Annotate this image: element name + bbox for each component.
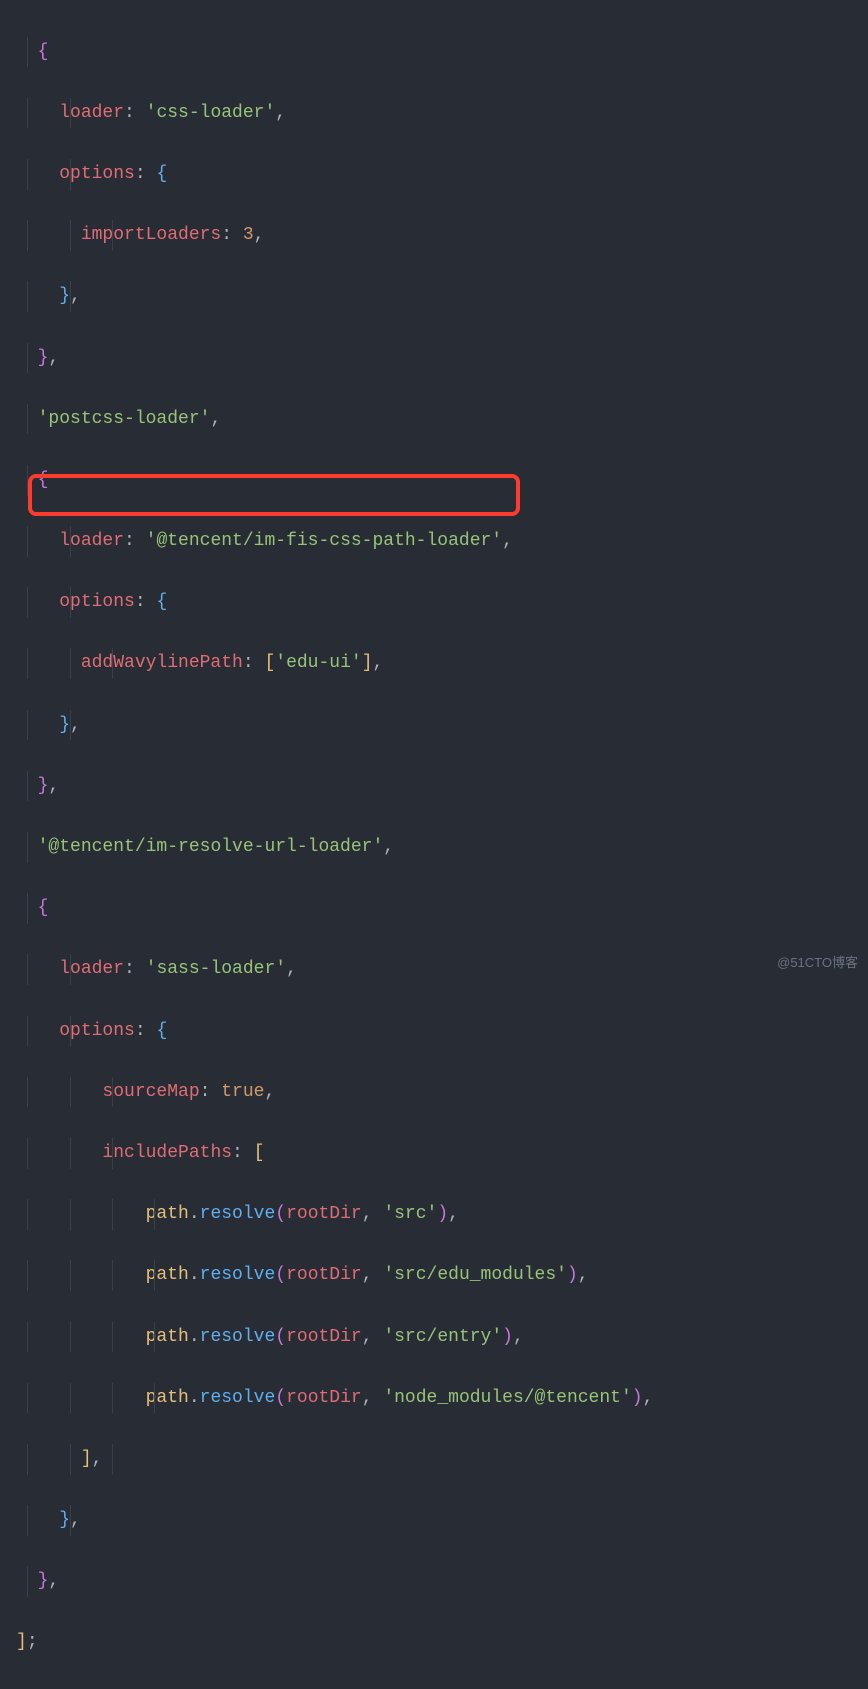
code-line: options: { (10, 587, 868, 618)
identifier: rootDir (286, 1388, 362, 1408)
code-line: }, (10, 710, 868, 741)
code-line: path.resolve(rootDir, 'node_modules/@ten… (10, 1383, 868, 1414)
bracket-open: [ (264, 653, 275, 673)
brace-close: } (38, 776, 49, 796)
watermark-text: @51CTO博客 (777, 952, 858, 974)
code-line: path.resolve(rootDir, 'src/entry'), (10, 1322, 868, 1353)
brace-open: { (156, 164, 167, 184)
string-literal: 'node_modules/@tencent' (383, 1388, 631, 1408)
object-key: includePaths (102, 1143, 232, 1163)
code-line: loader: 'css-loader', (10, 98, 868, 129)
code-line: options: { (10, 1016, 868, 1047)
code-line: addWavylinePath: ['edu-ui'], (10, 648, 868, 679)
code-line: }, (10, 1505, 868, 1536)
bracket-open: [ (254, 1143, 265, 1163)
string-literal: '@tencent/im-fis-css-path-loader' (146, 531, 502, 551)
bracket-close: ] (16, 1632, 27, 1652)
code-line: }, (10, 343, 868, 374)
code-line: '@tencent/im-resolve-url-loader', (10, 832, 868, 863)
function-name: resolve (200, 1204, 276, 1224)
code-line: loader: 'sass-loader', (10, 954, 868, 985)
identifier: path (146, 1265, 189, 1285)
code-line: sourceMap: true, (10, 1077, 868, 1108)
code-line: loader: '@tencent/im-fis-css-path-loader… (10, 526, 868, 557)
code-line: { (10, 893, 868, 924)
code-line: }, (10, 281, 868, 312)
code-line: }, (10, 1566, 868, 1597)
identifier: rootDir (286, 1265, 362, 1285)
brace-close: } (59, 286, 70, 306)
identifier: rootDir (286, 1327, 362, 1347)
object-key: importLoaders (81, 225, 221, 245)
brace-open: { (38, 470, 49, 490)
brace-close: } (59, 715, 70, 735)
object-key: sourceMap (102, 1082, 199, 1102)
code-line: { (10, 465, 868, 496)
code-line: path.resolve(rootDir, 'src/edu_modules')… (10, 1260, 868, 1291)
brace-open: { (156, 1021, 167, 1041)
code-line: ]; (10, 1627, 868, 1658)
function-name: resolve (200, 1265, 276, 1285)
code-line: includePaths: [ (10, 1138, 868, 1169)
code-line: }, (10, 771, 868, 802)
string-literal: 'src/edu_modules' (383, 1265, 567, 1285)
bracket-close: ] (81, 1449, 92, 1469)
brace-open: { (38, 42, 49, 62)
number-literal: 3 (243, 225, 254, 245)
string-literal: '@tencent/im-resolve-url-loader' (38, 837, 384, 857)
code-line: options: { (10, 159, 868, 190)
string-literal: 'sass-loader' (146, 959, 286, 979)
code-line: importLoaders: 3, (10, 220, 868, 251)
bool-literal: true (221, 1082, 264, 1102)
brace-close: } (38, 1571, 49, 1591)
identifier: path (146, 1327, 189, 1347)
identifier: rootDir (286, 1204, 362, 1224)
string-literal: 'src/entry' (383, 1327, 502, 1347)
string-literal: 'src' (383, 1204, 437, 1224)
code-line: 'postcss-loader', (10, 404, 868, 435)
identifier: path (146, 1388, 189, 1408)
string-literal: 'css-loader' (146, 103, 276, 123)
code-line: ], (10, 1444, 868, 1475)
brace-close: } (38, 348, 49, 368)
function-name: resolve (200, 1388, 276, 1408)
function-name: resolve (200, 1327, 276, 1347)
object-key: addWavylinePath (81, 653, 243, 673)
object-key: loader (59, 959, 124, 979)
string-literal: 'edu-ui' (275, 653, 361, 673)
brace-open: { (156, 592, 167, 612)
code-editor[interactable]: { loader: 'css-loader', options: { impor… (10, 6, 868, 1689)
identifier: path (146, 1204, 189, 1224)
string-literal: 'postcss-loader' (38, 409, 211, 429)
code-line: { (10, 37, 868, 68)
object-key: loader (59, 103, 124, 123)
code-line: path.resolve(rootDir, 'src'), (10, 1199, 868, 1230)
brace-open: { (38, 898, 49, 918)
brace-close: } (59, 1510, 70, 1530)
bracket-close: ] (362, 653, 373, 673)
object-key: loader (59, 531, 124, 551)
